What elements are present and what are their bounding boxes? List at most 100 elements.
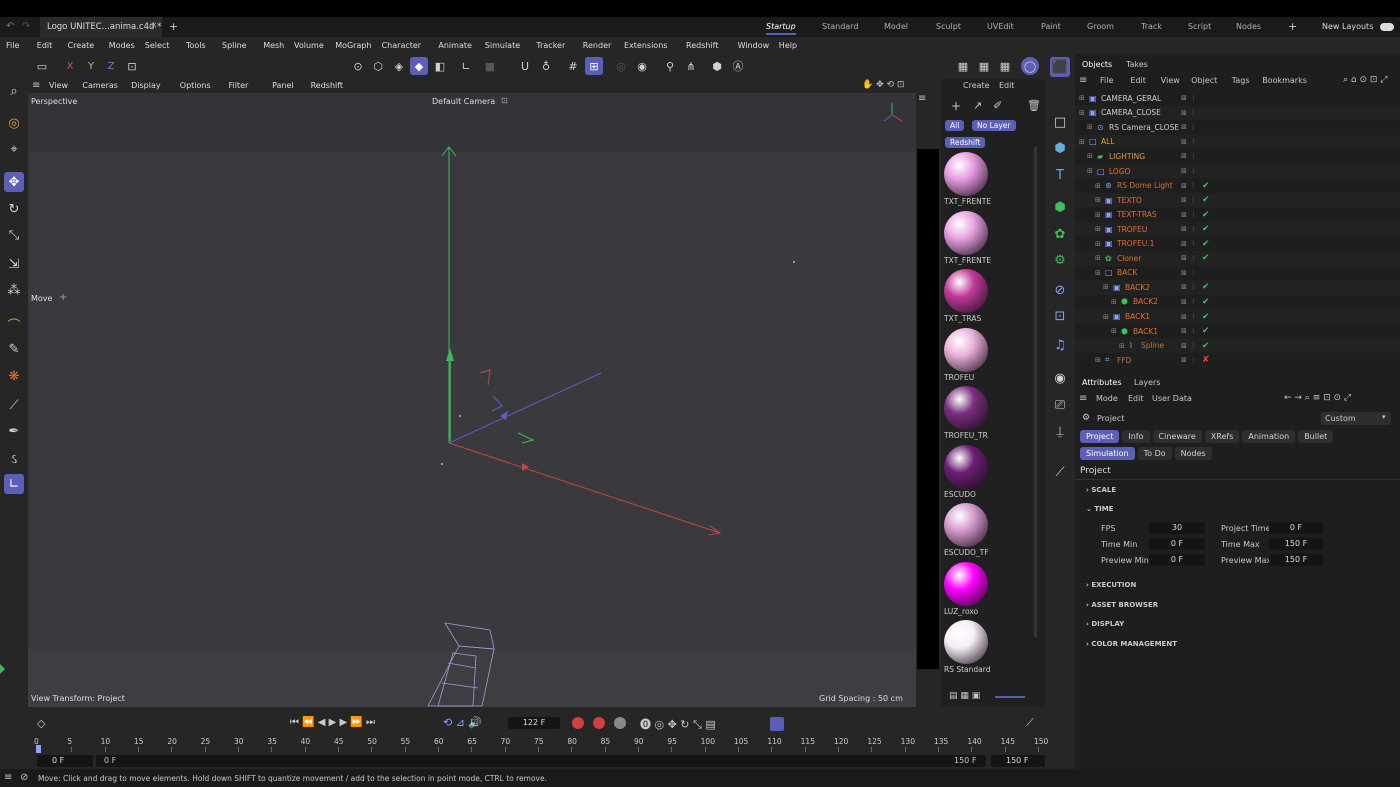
layout-tab-groom[interactable]: Groom [1087, 22, 1114, 31]
filter-no-layer[interactable]: No Layer [972, 120, 1016, 131]
layout-tab-script[interactable]: Script [1188, 22, 1211, 31]
preview-size-slider[interactable] [995, 696, 1025, 698]
menu-file[interactable]: File [6, 41, 19, 50]
move-tool-icon[interactable]: ✥ [4, 172, 24, 192]
layout-tab-standard[interactable]: Standard [822, 22, 858, 31]
object-row[interactable]: ⊞ □ BACK ⊠ ⁝ [1075, 266, 1400, 281]
expand-icon[interactable]: ⊞ [1079, 138, 1085, 146]
material-scrollbar[interactable] [1034, 147, 1037, 637]
objects-menu-icon[interactable]: ≡ [1079, 75, 1087, 86]
layout-tab-paint[interactable]: Paint [1041, 22, 1061, 31]
menu-extensions[interactable]: Extensions [624, 41, 667, 50]
enabled-check-icon[interactable]: ✔ [1202, 253, 1210, 263]
add-layout-icon[interactable]: + [1288, 20, 1297, 33]
filter-all[interactable]: All [945, 120, 965, 131]
layout-tab-startup[interactable]: Startup [766, 22, 796, 35]
visibility-icon[interactable]: ⊠ [1181, 109, 1187, 117]
expand-icon[interactable]: ⊞ [1095, 254, 1101, 262]
object-row[interactable]: ⊞ ▣ BACK2 ⊠ ⁝ ✔ [1075, 280, 1400, 295]
render-view-icon[interactable]: ▦ [954, 57, 972, 75]
symmetry-icon[interactable]: ⚲ [661, 57, 679, 75]
time-min-field[interactable]: 0 F [1149, 538, 1205, 550]
attr-tab-xrefs[interactable]: XRefs [1204, 430, 1240, 443]
autokey-icon[interactable] [593, 717, 605, 729]
enabled-check-icon[interactable]: ✔ [1202, 341, 1210, 351]
bevel-tool-icon[interactable]: ❋ [4, 366, 24, 386]
layer-dot[interactable]: ⁝ [1192, 196, 1195, 205]
menu-tools[interactable]: Tools [186, 41, 206, 50]
timeline-graph-icon[interactable]: ⟋ [1026, 716, 1034, 730]
section-display[interactable]: › DISPLAY [1086, 620, 1124, 628]
attr-tab-project[interactable]: Project [1080, 430, 1120, 443]
selection-tools-icon[interactable]: ⌖ [4, 139, 24, 159]
menu-spline[interactable]: Spline [222, 41, 247, 50]
layer-dot[interactable]: ⁝ [1192, 268, 1195, 277]
object-row[interactable]: ⊞ ▣ CAMERA_GERAL ⊠ ⁝ [1075, 91, 1400, 106]
layer-dot[interactable]: ⁝ [1192, 283, 1195, 292]
tab-layers[interactable]: Layers [1134, 378, 1160, 387]
viewport-menu-options[interactable]: Options [180, 81, 211, 90]
time-max-field[interactable]: 150 F [1269, 538, 1323, 550]
spline-icon[interactable]: ♫ [1050, 335, 1070, 355]
menu-simulate[interactable]: Simulate [485, 41, 520, 50]
cloner-icon[interactable]: ✿ [1050, 224, 1070, 244]
viewport-menu-panel[interactable]: Panel [272, 81, 294, 90]
expand-icon[interactable]: ⊞ [1079, 109, 1085, 117]
lock-icon[interactable]: ◉ [633, 57, 651, 75]
visibility-icon[interactable]: ⊠ [1181, 327, 1187, 335]
eyedropper-icon[interactable]: ✐ [993, 99, 1002, 112]
object-row[interactable]: ⊞ ⊙ RS Camera_CLOSE ⊠ ⁝ [1075, 120, 1400, 135]
layer-dot[interactable]: ⁝ [1192, 327, 1195, 336]
soft-selection-icon[interactable]: ♁ [537, 57, 555, 75]
visibility-icon[interactable]: ⊠ [1181, 298, 1187, 306]
layer-dot[interactable]: ⁝ [1192, 123, 1195, 132]
layout-tab-model[interactable]: Model [884, 22, 908, 31]
enabled-check-icon[interactable]: ✔ [1202, 224, 1210, 234]
visibility-icon[interactable]: ⊠ [1181, 167, 1187, 175]
material-menu-edit[interactable]: Edit [999, 81, 1015, 90]
magnet-icon[interactable]: U [516, 57, 534, 75]
visibility-icon[interactable]: ⊠ [1181, 283, 1187, 291]
attr-tab-nodes[interactable]: Nodes [1174, 447, 1212, 460]
expand-icon[interactable]: ⊞ [1087, 152, 1093, 160]
tab-takes[interactable]: Takes [1126, 60, 1148, 69]
expand-icon[interactable]: ⊞ [1095, 269, 1101, 277]
material-view-icons[interactable]: ▤ ▦ ▣ [949, 691, 980, 701]
undo-toolbar-icon[interactable]: ▭ [33, 57, 51, 75]
enabled-check-icon[interactable]: ✘ [1202, 355, 1210, 365]
object-row[interactable]: ⊞ ▣ CAMERA_CLOSE ⊠ ⁝ [1075, 105, 1400, 121]
material-menu-icon[interactable]: ≡ [918, 93, 926, 104]
object-row[interactable]: ⊞ ⌗ FFD ⊠ ⁝ ✘ [1075, 353, 1400, 368]
material-menu-create[interactable]: Create [963, 81, 990, 90]
close-tab-icon[interactable]: × [150, 21, 158, 31]
menu-tracker[interactable]: Tracker [536, 41, 565, 50]
current-frame-field[interactable]: 122 F [508, 717, 560, 729]
enabled-check-icon[interactable]: ✔ [1202, 312, 1210, 322]
sketch-icon[interactable]: ⟋ [1050, 462, 1070, 482]
enabled-check-icon[interactable]: ✔ [1202, 282, 1210, 292]
record-icon[interactable] [572, 717, 584, 729]
expand-icon[interactable]: ⊞ [1095, 240, 1101, 248]
visibility-icon[interactable]: ⊠ [1181, 94, 1187, 102]
material-item[interactable]: ESCUDO [944, 444, 988, 499]
objects-menu-edit[interactable]: Edit [1130, 76, 1146, 85]
points-mode-icon[interactable]: ⊙ [349, 57, 367, 75]
section-scale[interactable]: › SCALE [1086, 486, 1116, 494]
menu-mograph[interactable]: MoGraph [335, 41, 371, 50]
scheme-icon[interactable] [770, 717, 784, 731]
x-axis-toggle[interactable]: X [61, 57, 79, 75]
expand-icon[interactable]: ⊞ [1095, 225, 1101, 233]
playhead[interactable] [36, 745, 41, 753]
menu-create[interactable]: Create [68, 41, 95, 50]
menu-redshift[interactable]: Redshift [686, 41, 718, 50]
undo-icon[interactable]: ↶ [6, 21, 14, 32]
object-row[interactable]: ⊞ ▣ TROFEU.1 ⊠ ⁝ ✔ [1075, 237, 1400, 252]
effector-icon[interactable]: ⚙ [1050, 250, 1070, 270]
section-execution[interactable]: › EXECUTION [1086, 581, 1136, 589]
object-row[interactable]: ⊞ ⬢ BACK2 ⊠ ⁝ ✔ [1075, 295, 1400, 310]
field-icon[interactable]: ⊡ [1050, 306, 1070, 326]
material-item[interactable]: ESCUDO_TF [944, 503, 989, 557]
uv-mode-icon[interactable]: ◧ [431, 57, 449, 75]
attr-menu-user-data[interactable]: User Data [1152, 394, 1192, 403]
layer-dot[interactable]: ⁝ [1192, 94, 1195, 103]
